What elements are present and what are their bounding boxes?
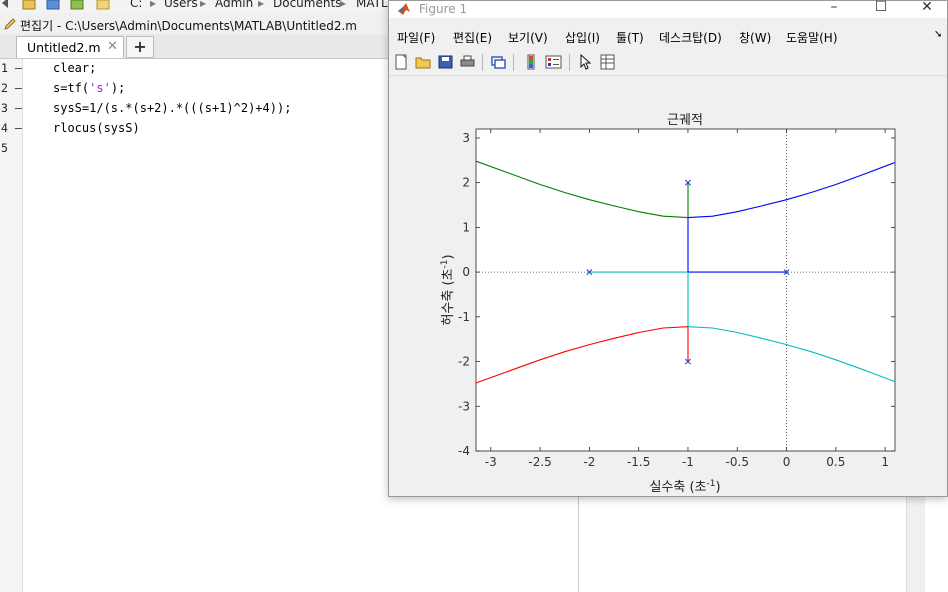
menu-help[interactable]: 도움말(H)	[786, 29, 838, 46]
y-tick-label: 2	[462, 176, 470, 190]
code-string-token: 's'	[89, 81, 111, 95]
line-number: 4 –	[1, 121, 22, 135]
vertical-scrollbar[interactable]	[906, 497, 925, 592]
pointer-icon[interactable]	[577, 54, 594, 70]
open-file-icon[interactable]	[415, 54, 432, 70]
minimize-button[interactable]: –	[819, 0, 849, 15]
folder-up-icon[interactable]	[22, 0, 36, 10]
new-figure-icon[interactable]	[393, 54, 410, 70]
y-tick-label: 1	[462, 220, 470, 234]
property-inspector-icon[interactable]	[599, 54, 616, 70]
y-tick-label: -2	[458, 355, 470, 369]
code-line-1[interactable]: clear;	[53, 61, 96, 75]
tab-untitled2[interactable]: Untitled2.m ✕	[16, 36, 124, 58]
y-tick-label: 3	[462, 131, 470, 145]
x-tick-label: 0.5	[826, 455, 845, 469]
menu-file[interactable]: 파일(F)	[397, 29, 435, 46]
line-number: 5	[1, 141, 8, 155]
y-tick-label: 0	[462, 265, 470, 279]
close-button[interactable]: ✕	[912, 0, 942, 15]
code-token: s=tf(	[53, 81, 90, 95]
tab-close-icon[interactable]: ✕	[107, 39, 118, 54]
figure-titlebar: Figure 1 – ☐ ✕	[389, 0, 947, 18]
y-axis-label-paren: )	[441, 254, 456, 259]
y-tick-label: -1	[458, 310, 470, 324]
x-tick-label: 1	[881, 455, 889, 469]
x-tick-label: -1.5	[627, 455, 650, 469]
x-tick-label: -2	[583, 455, 595, 469]
toolbar-separator	[482, 54, 483, 71]
axes-box	[475, 128, 896, 452]
back-icon[interactable]	[0, 0, 14, 10]
figure-title: Figure 1	[419, 2, 468, 16]
editor-pencil-icon	[4, 18, 16, 30]
code-line-4[interactable]: rlocus(sysS)	[53, 121, 140, 135]
code-token: );	[110, 81, 126, 95]
legend-icon[interactable]	[545, 54, 562, 70]
menu-dock-arrow-icon[interactable]: ➘	[934, 29, 942, 40]
folder-icon	[96, 0, 110, 10]
x-axis-label-paren: )	[715, 480, 720, 495]
path-segment[interactable]: MATL	[356, 0, 388, 10]
line-number: 3 –	[1, 101, 22, 115]
menu-desktop[interactable]: 데스크탑(D)	[659, 29, 722, 46]
x-tick-label: -3	[485, 455, 497, 469]
print-icon[interactable]	[459, 54, 476, 70]
maximize-button[interactable]: ☐	[866, 0, 896, 15]
plot-title: 근궤적	[667, 113, 703, 128]
menu-view[interactable]: 보기(V)	[508, 29, 548, 46]
x-axis-label-sup: -1	[706, 479, 715, 489]
y-tick-label: -4	[458, 444, 470, 458]
x-axis-label-text: 실수축 (초	[649, 480, 706, 495]
menu-insert[interactable]: 삽입(I)	[565, 29, 600, 46]
x-tick-label: -2.5	[528, 455, 551, 469]
figure-toolbar	[389, 49, 947, 76]
toolbar-separator	[569, 54, 570, 71]
y-axis-label-text: 허수축 (초	[441, 268, 456, 325]
find-icon[interactable]	[70, 0, 84, 10]
menu-tools[interactable]: 툴(T)	[616, 29, 644, 46]
line-number-gutter: 1 – 2 – 3 – 4 – 5	[0, 59, 23, 592]
code-line-3[interactable]: sysS=1/(s.*(s+2).*(((s+1)^2)+4));	[53, 101, 291, 115]
save-icon[interactable]	[437, 54, 454, 70]
menu-edit[interactable]: 편집(E)	[453, 29, 492, 46]
line-number: 1 –	[1, 61, 22, 75]
figure-menubar: 파일(F) 편집(E) 보기(V) 삽입(I) 툴(T) 데스크탑(D) 창(W…	[389, 26, 947, 48]
link-icon[interactable]	[490, 54, 507, 70]
new-tab-button[interactable]: +	[126, 36, 154, 58]
path-segment[interactable]: Admin	[215, 0, 253, 10]
x-tick-label: -1	[682, 455, 694, 469]
root-locus-plot[interactable]: -3 -2.5 -2 -1.5 -1 -0.5 0 0.5 13210-1-2-3-4 근궤적 …	[389, 76, 947, 496]
matlab-logo-icon	[398, 3, 410, 15]
line-number: 2 –	[1, 81, 22, 95]
toolbar-separator	[513, 54, 514, 71]
browse-icon[interactable]	[46, 0, 60, 10]
figure-window: Figure 1 – ☐ ✕ 파일(F) 편집(E) 보기(V) 삽입(I) 툴…	[388, 0, 948, 497]
y-axis-label-sup: -1	[440, 260, 450, 269]
tab-label: Untitled2.m	[27, 40, 101, 55]
y-axis-label: 허수축 (초-1)	[440, 254, 456, 325]
colorbar-icon[interactable]	[523, 54, 540, 70]
y-tick-label: -3	[458, 399, 470, 413]
side-panel	[578, 497, 948, 592]
editor-title: 편집기 - C:\Users\Admin\Documents\MATLAB\Un…	[20, 19, 357, 33]
path-segment[interactable]: Users	[164, 0, 198, 10]
path-segment[interactable]: Documents	[273, 0, 341, 10]
figure-canvas[interactable]: -3 -2.5 -2 -1.5 -1 -0.5 0 0.5 1 3 2 1 0 -1 -2 -3 -4 근궤적 …	[389, 76, 947, 496]
x-tick-label: -0.5	[726, 455, 749, 469]
menu-window[interactable]: 창(W)	[739, 29, 771, 46]
x-axis-label: 실수축 (초-1)	[649, 479, 720, 495]
code-line-2[interactable]: s=tf('s');	[53, 81, 125, 95]
x-tick-label: 0	[783, 455, 791, 469]
path-segment[interactable]: C:	[130, 0, 142, 10]
